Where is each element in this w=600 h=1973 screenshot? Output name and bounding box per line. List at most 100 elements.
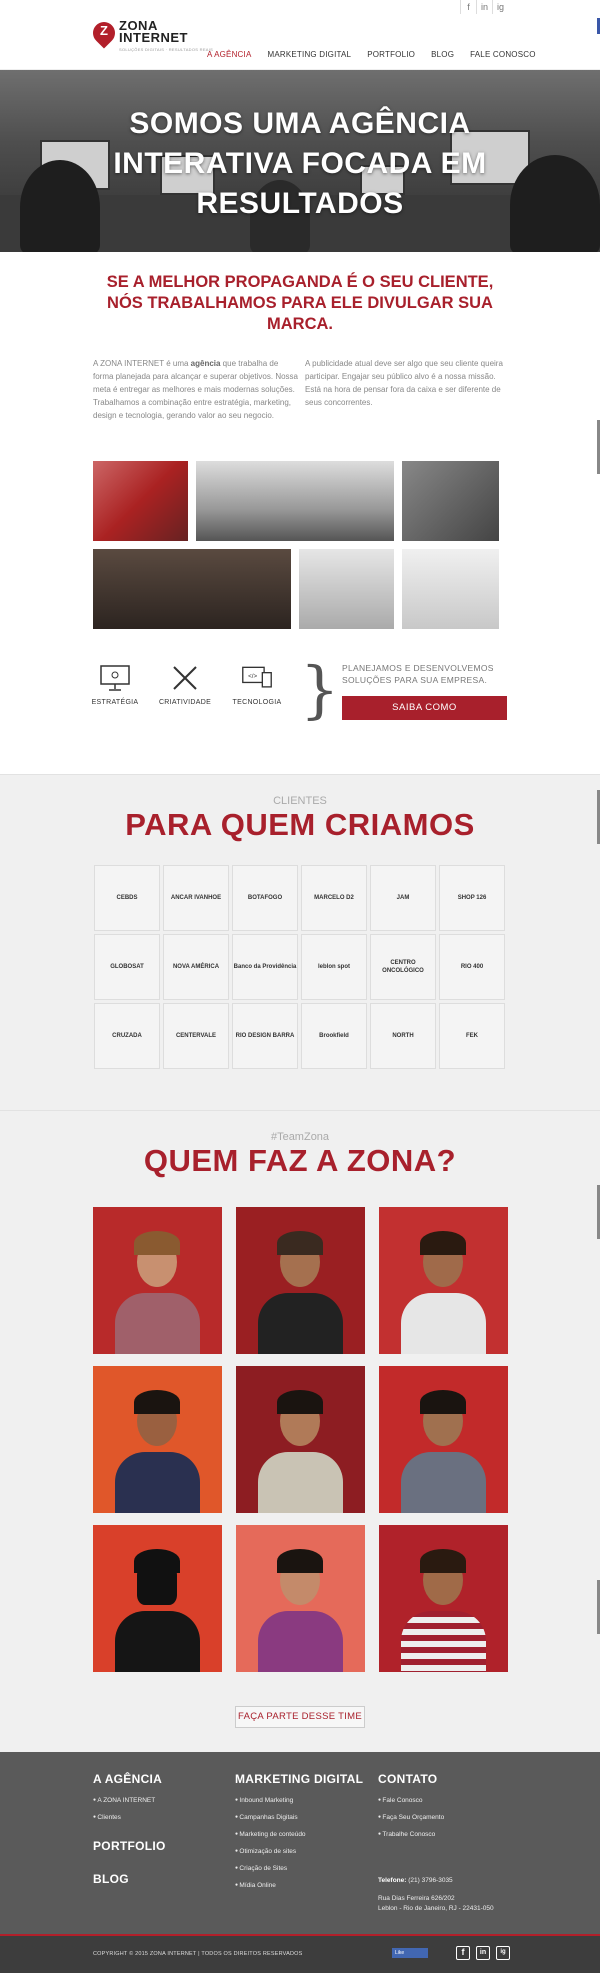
team-member-photo bbox=[236, 1207, 365, 1354]
client-logo: SHOP 126 bbox=[439, 865, 505, 931]
team-title: QUEM FAZ A ZONA? bbox=[143, 1143, 457, 1178]
services-tagline: PLANEJAMOS E DESENVOLVEMOS SOLUÇÕES PARA… bbox=[342, 663, 494, 685]
footer-list-agencia: A ZONA INTERNET Clientes bbox=[93, 1792, 155, 1826]
clients-subtitle: CLIENTES bbox=[273, 795, 327, 807]
top-social-links: f in ig bbox=[460, 0, 508, 14]
client-logo: NORTH bbox=[370, 1003, 436, 1069]
instagram-icon[interactable]: ig bbox=[496, 1946, 510, 1960]
hero-banner: SOMOS UMA AGÊNCIA INTERATIVA FOCADA EM R… bbox=[0, 70, 600, 252]
gallery-image-whiteboard bbox=[402, 549, 499, 629]
main-nav: A AGÊNCIA MARKETING DIGITAL PORTFOLIO BL… bbox=[207, 50, 552, 59]
intro-heading: SE A MELHOR PROPAGANDA É O SEU CLIENTE, … bbox=[106, 273, 494, 333]
facebook-icon[interactable]: f bbox=[460, 0, 476, 14]
client-logo: GLOBOSAT bbox=[94, 934, 160, 1000]
footer-heading-portfolio[interactable]: PORTFOLIO bbox=[93, 1839, 166, 1853]
nav-blog[interactable]: BLOG bbox=[431, 50, 454, 59]
client-logo: NOVA AMÉRICA bbox=[163, 934, 229, 1000]
gallery-image-office bbox=[196, 461, 394, 541]
footer-link[interactable]: Clientes bbox=[93, 1809, 155, 1826]
nav-fale-conosco[interactable]: FALE CONOSCO bbox=[470, 50, 536, 59]
footer-link[interactable]: Mídia Online bbox=[235, 1877, 306, 1894]
hero-title: SOMOS UMA AGÊNCIA INTERATIVA FOCADA EM R… bbox=[113, 107, 487, 220]
footer-list-marketing: Inbound Marketing Campanhas Digitais Mar… bbox=[235, 1792, 306, 1894]
client-logo: RIO 400 bbox=[439, 934, 505, 1000]
top-social-bar: f in ig bbox=[0, 0, 600, 14]
nav-portfolio[interactable]: PORTFOLIO bbox=[367, 50, 415, 59]
client-logo: BOTAFOGO bbox=[232, 865, 298, 931]
site-footer: A AGÊNCIA A ZONA INTERNET Clientes PORTF… bbox=[0, 1752, 600, 1934]
team-member-photo bbox=[379, 1366, 508, 1513]
footer-phone: Telefone: (21) 3796-3035 bbox=[378, 1877, 453, 1884]
footer-address: Rua Dias Ferreira 626/202 Leblon - Rio d… bbox=[378, 1895, 494, 1912]
client-logo: FEK bbox=[439, 1003, 505, 1069]
team-member-photo bbox=[93, 1366, 222, 1513]
footer-bottom-bar: COPYRIGHT © 2015 ZONA INTERNET | TODOS O… bbox=[0, 1934, 600, 1973]
footer-link[interactable]: Otimização de sites bbox=[235, 1843, 306, 1860]
logo-tagline: SOLUÇÕES DIGITAIS · RESULTADOS REAIS bbox=[119, 47, 214, 52]
instagram-icon[interactable]: ig bbox=[492, 0, 508, 14]
facebook-icon[interactable]: f bbox=[456, 1946, 470, 1960]
logo-title: ZONA INTERNET bbox=[119, 18, 188, 45]
client-logo: CRUZADA bbox=[94, 1003, 160, 1069]
gallery-image-team-working bbox=[93, 549, 291, 629]
site-logo[interactable]: Z ZONA INTERNET SOLUÇÕES DIGITAIS · RESU… bbox=[88, 17, 214, 56]
intro-text-left: A ZONA INTERNET é uma agência que trabal… bbox=[93, 359, 299, 420]
client-logo: RIO DESIGN BARRA bbox=[232, 1003, 298, 1069]
footer-link[interactable]: Trabalhe Conosco bbox=[378, 1826, 444, 1843]
client-logo: Brookfield bbox=[301, 1003, 367, 1069]
service-criatividade: CRIATIVIDADE bbox=[155, 663, 215, 706]
join-team-button[interactable]: FAÇA PARTE DESSE TIME bbox=[235, 1706, 365, 1728]
team-subtitle: #TeamZona bbox=[270, 1131, 330, 1143]
footer-link[interactable]: Campanhas Digitais bbox=[235, 1809, 306, 1826]
team-member-photo bbox=[236, 1525, 365, 1672]
client-logo: JAM bbox=[370, 865, 436, 931]
service-tecnologia: </> TECNOLOGIA bbox=[227, 663, 287, 706]
team-member-photo bbox=[93, 1525, 222, 1672]
client-logo: Banco da Providência bbox=[232, 934, 298, 1000]
logo-pin-icon: Z bbox=[88, 17, 120, 50]
footer-heading-marketing[interactable]: MARKETING DIGITAL bbox=[235, 1772, 363, 1786]
gallery-image-bicycle bbox=[299, 549, 394, 629]
footer-heading-agencia[interactable]: A AGÊNCIA bbox=[93, 1772, 162, 1786]
footer-link[interactable]: Faça Seu Orçamento bbox=[378, 1809, 444, 1826]
clients-title: PARA QUEM CRIAMOS bbox=[125, 807, 475, 842]
linkedin-icon[interactable]: in bbox=[476, 1946, 490, 1960]
gallery-image-logo-wall bbox=[93, 461, 188, 541]
footer-link[interactable]: Fale Conosco bbox=[378, 1792, 444, 1809]
nav-a-agencia[interactable]: A AGÊNCIA bbox=[207, 50, 251, 59]
footer-heading-contato: CONTATO bbox=[378, 1772, 438, 1786]
team-member-photo bbox=[93, 1207, 222, 1354]
svg-text:</>: </> bbox=[248, 673, 257, 680]
pencil-brush-icon bbox=[169, 663, 201, 693]
service-estrategia: ESTRATÉGIA bbox=[85, 663, 145, 706]
client-logo-grid: CEBDS ANCAR IVANHOE BOTAFOGO MARCELO D2 … bbox=[94, 865, 507, 1069]
saiba-como-button[interactable]: SAIBA COMO bbox=[342, 696, 507, 720]
client-logo: CENTRO ONCOLÓGICO bbox=[370, 934, 436, 1000]
team-member-photo bbox=[236, 1366, 365, 1513]
client-logo: CEBDS bbox=[94, 865, 160, 931]
footer-link[interactable]: Inbound Marketing bbox=[235, 1792, 306, 1809]
intro-text-right: A publicidade atual deve ser algo que se… bbox=[305, 359, 503, 407]
linkedin-icon[interactable]: in bbox=[476, 0, 492, 14]
footer-link[interactable]: Criação de Sites bbox=[235, 1860, 306, 1877]
client-logo: MARCELO D2 bbox=[301, 865, 367, 931]
team-section: #TeamZona QUEM FAZ A ZONA? FAÇA PARTE DE… bbox=[0, 1110, 600, 1752]
facebook-like-button[interactable]: Like bbox=[392, 1948, 428, 1958]
brace-divider: } bbox=[300, 653, 340, 726]
team-member-photo bbox=[379, 1207, 508, 1354]
team-photo-grid bbox=[93, 1207, 508, 1672]
footer-link[interactable]: Marketing de conteúdo bbox=[235, 1826, 305, 1843]
gallery-image-tablet bbox=[402, 461, 499, 541]
team-member-photo bbox=[379, 1525, 508, 1672]
footer-heading-blog[interactable]: BLOG bbox=[93, 1872, 129, 1886]
nav-marketing-digital[interactable]: MARKETING DIGITAL bbox=[267, 50, 351, 59]
client-logo: leblon spot bbox=[301, 934, 367, 1000]
site-header: Z ZONA INTERNET SOLUÇÕES DIGITAIS · RESU… bbox=[0, 14, 600, 70]
client-logo: ANCAR IVANHOE bbox=[163, 865, 229, 931]
clients-section: CLIENTES PARA QUEM CRIAMOS CEBDS ANCAR I… bbox=[0, 774, 600, 1110]
footer-link[interactable]: A ZONA INTERNET bbox=[93, 1792, 155, 1809]
client-logo: CENTERVALE bbox=[163, 1003, 229, 1069]
footer-list-contato: Fale Conosco Faça Seu Orçamento Trabalhe… bbox=[378, 1792, 444, 1843]
monitor-strategy-icon bbox=[99, 663, 131, 693]
devices-code-icon: </> bbox=[241, 663, 273, 693]
